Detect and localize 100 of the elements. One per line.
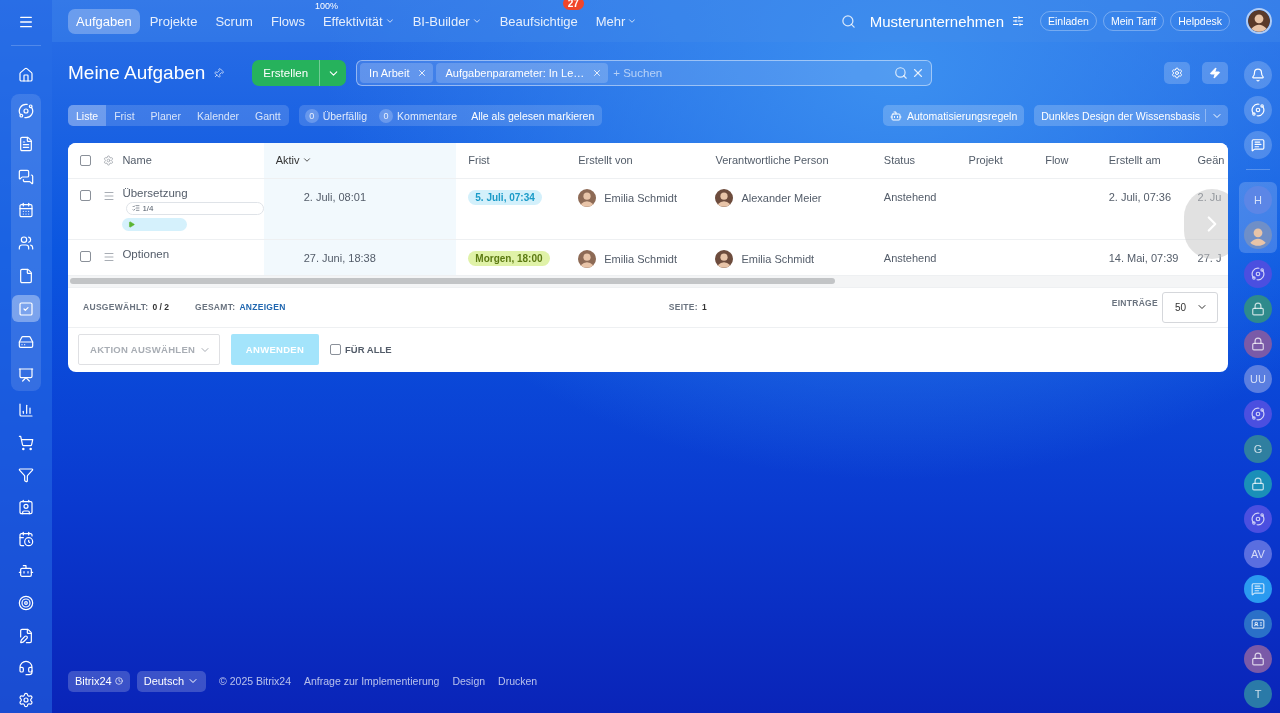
settings-button[interactable]	[1164, 62, 1190, 84]
column-header[interactable]: Name	[122, 154, 152, 167]
mark-read-button[interactable]: Alle als gelesen markieren	[463, 105, 603, 126]
person-name[interactable]: Emilia Schmidt	[741, 252, 815, 265]
sliders-icon[interactable]	[1012, 15, 1024, 27]
presentation-icon[interactable]	[18, 366, 34, 383]
chat-avatar[interactable]: T	[1244, 680, 1272, 708]
bar-chart-icon[interactable]	[18, 402, 34, 419]
footer-link[interactable]: Design	[452, 675, 486, 687]
nav-tab[interactable]: Flows	[262, 8, 313, 34]
calendar-clock-icon[interactable]	[18, 531, 34, 548]
nav-tab[interactable]: BI-Builder	[404, 8, 490, 34]
footer-link[interactable]: Drucken	[498, 675, 538, 687]
company-name[interactable]: Musterunternehmen	[869, 12, 1004, 30]
lock-avatar[interactable]	[1244, 645, 1272, 673]
lock-avatar[interactable]	[1244, 295, 1272, 323]
pen-document-icon[interactable]	[18, 627, 34, 644]
chat-icon[interactable]	[18, 168, 34, 185]
nav-tab[interactable]: Effektivität	[314, 8, 403, 34]
column-header[interactable]: Verantwortliche Person	[715, 154, 829, 167]
pin-icon[interactable]	[211, 65, 227, 81]
view-tab[interactable]: Gantt	[247, 105, 289, 126]
notification-button[interactable]	[1244, 61, 1272, 89]
automation-button[interactable]: Automatisierungsregeln	[882, 105, 1025, 126]
nav-tab[interactable]: Mehr	[587, 8, 646, 34]
close-icon[interactable]	[592, 68, 603, 78]
page-icon[interactable]	[18, 267, 34, 284]
checkbox[interactable]	[80, 190, 91, 201]
contact-icon[interactable]	[18, 498, 34, 515]
chat-avatar[interactable]: AV	[1244, 540, 1272, 568]
id-card-avatar[interactable]	[1244, 610, 1272, 638]
headset-icon[interactable]	[18, 659, 34, 676]
people-icon[interactable]	[18, 234, 34, 251]
lightning-button[interactable]	[1202, 62, 1228, 84]
chat-bubble-avatar[interactable]	[1244, 575, 1272, 603]
sidebar-button[interactable]	[12, 295, 40, 323]
checkbox-icon[interactable]	[18, 300, 34, 317]
drag-handle-icon[interactable]	[103, 189, 115, 202]
lock-avatar[interactable]	[1244, 330, 1272, 358]
checkbox[interactable]	[80, 154, 91, 166]
robot-icon[interactable]	[18, 563, 34, 580]
person-name[interactable]: Alexander Meier	[741, 191, 822, 204]
filter-chip[interactable]: Aufgabenparameter: In Le…	[436, 63, 609, 83]
calendar-icon[interactable]	[18, 201, 34, 218]
brand-button[interactable]: Bitrix24	[68, 670, 130, 692]
chat-button[interactable]	[1244, 131, 1272, 159]
column-header[interactable]: Status	[883, 154, 916, 167]
funnel-icon[interactable]	[18, 466, 34, 483]
column-header[interactable]: Erstellt am	[1108, 154, 1161, 167]
task-name[interactable]: Optionen	[122, 247, 264, 260]
create-button[interactable]: Erstellen	[252, 60, 347, 86]
entries-select[interactable]: 50	[1162, 291, 1218, 323]
view-tab[interactable]: Planer	[142, 105, 189, 126]
nav-tab[interactable]: Scrum	[207, 8, 261, 34]
search-icon[interactable]	[840, 13, 856, 29]
document-icon[interactable]	[18, 135, 34, 152]
language-select[interactable]: Deutsch	[136, 670, 207, 692]
checkbox[interactable]	[80, 251, 91, 262]
drag-handle-icon[interactable]	[103, 250, 115, 263]
column-header[interactable]: Aktiv	[275, 154, 312, 167]
view-tab[interactable]: Frist	[106, 105, 143, 126]
lock-avatar[interactable]	[1244, 470, 1272, 498]
cart-icon[interactable]	[18, 434, 34, 451]
create-button[interactable]: Erstellen	[252, 60, 321, 86]
orbit-avatar[interactable]	[1244, 260, 1272, 288]
column-header[interactable]: Frist	[468, 154, 490, 167]
counter-button[interactable]: 0 Überfällig	[298, 105, 374, 126]
view-tab[interactable]: Kalender	[188, 105, 247, 126]
filter-chip[interactable]: In Arbeit	[360, 63, 434, 83]
view-tab[interactable]: Liste	[68, 105, 107, 126]
checkbox[interactable]	[330, 344, 341, 355]
chat-avatar[interactable]: UU	[1244, 365, 1272, 393]
close-icon[interactable]	[417, 68, 428, 78]
target-icon[interactable]	[18, 595, 34, 612]
show-total-link[interactable]: ANZEIGEN	[239, 302, 286, 312]
home-icon[interactable]	[18, 67, 34, 84]
nav-tab[interactable]: Beaufsichtige	[491, 8, 586, 34]
user-avatar[interactable]	[1246, 8, 1272, 34]
scrollbar-thumb[interactable]	[70, 277, 835, 284]
orbit-avatar[interactable]	[1244, 505, 1272, 533]
column-header[interactable]: Geän	[1197, 154, 1225, 167]
column-header[interactable]: Erstellt von	[578, 154, 633, 167]
chat-avatar[interactable]: H	[1244, 186, 1272, 214]
footer-link[interactable]: Anfrage zur Implementierung	[304, 675, 440, 687]
search-icon[interactable]	[894, 66, 909, 80]
drive-icon[interactable]	[18, 333, 34, 350]
action-select[interactable]: AKTION AUSWÄHLEN	[78, 334, 220, 365]
column-header[interactable]: Projekt	[968, 154, 1003, 167]
task-name[interactable]: Übersetzung	[122, 186, 264, 199]
orbit-button[interactable]	[1244, 96, 1272, 124]
orbit-avatar[interactable]	[1244, 400, 1272, 428]
column-header[interactable]: Flow	[1045, 154, 1069, 167]
counter-button[interactable]: 0 Kommentare	[373, 105, 464, 126]
chat-avatar[interactable]: G	[1244, 435, 1272, 463]
orbit-icon[interactable]	[18, 102, 34, 119]
person-name[interactable]: Emilia Schmidt	[604, 191, 677, 204]
nav-tab[interactable]: Projekte	[141, 8, 206, 34]
person-name[interactable]: Emilia Schmidt	[604, 252, 677, 265]
nav-tab[interactable]: Aufgaben	[68, 8, 140, 34]
filter-field[interactable]: In Arbeit Aufgabenparameter: In Le… + Suchen	[356, 60, 933, 86]
